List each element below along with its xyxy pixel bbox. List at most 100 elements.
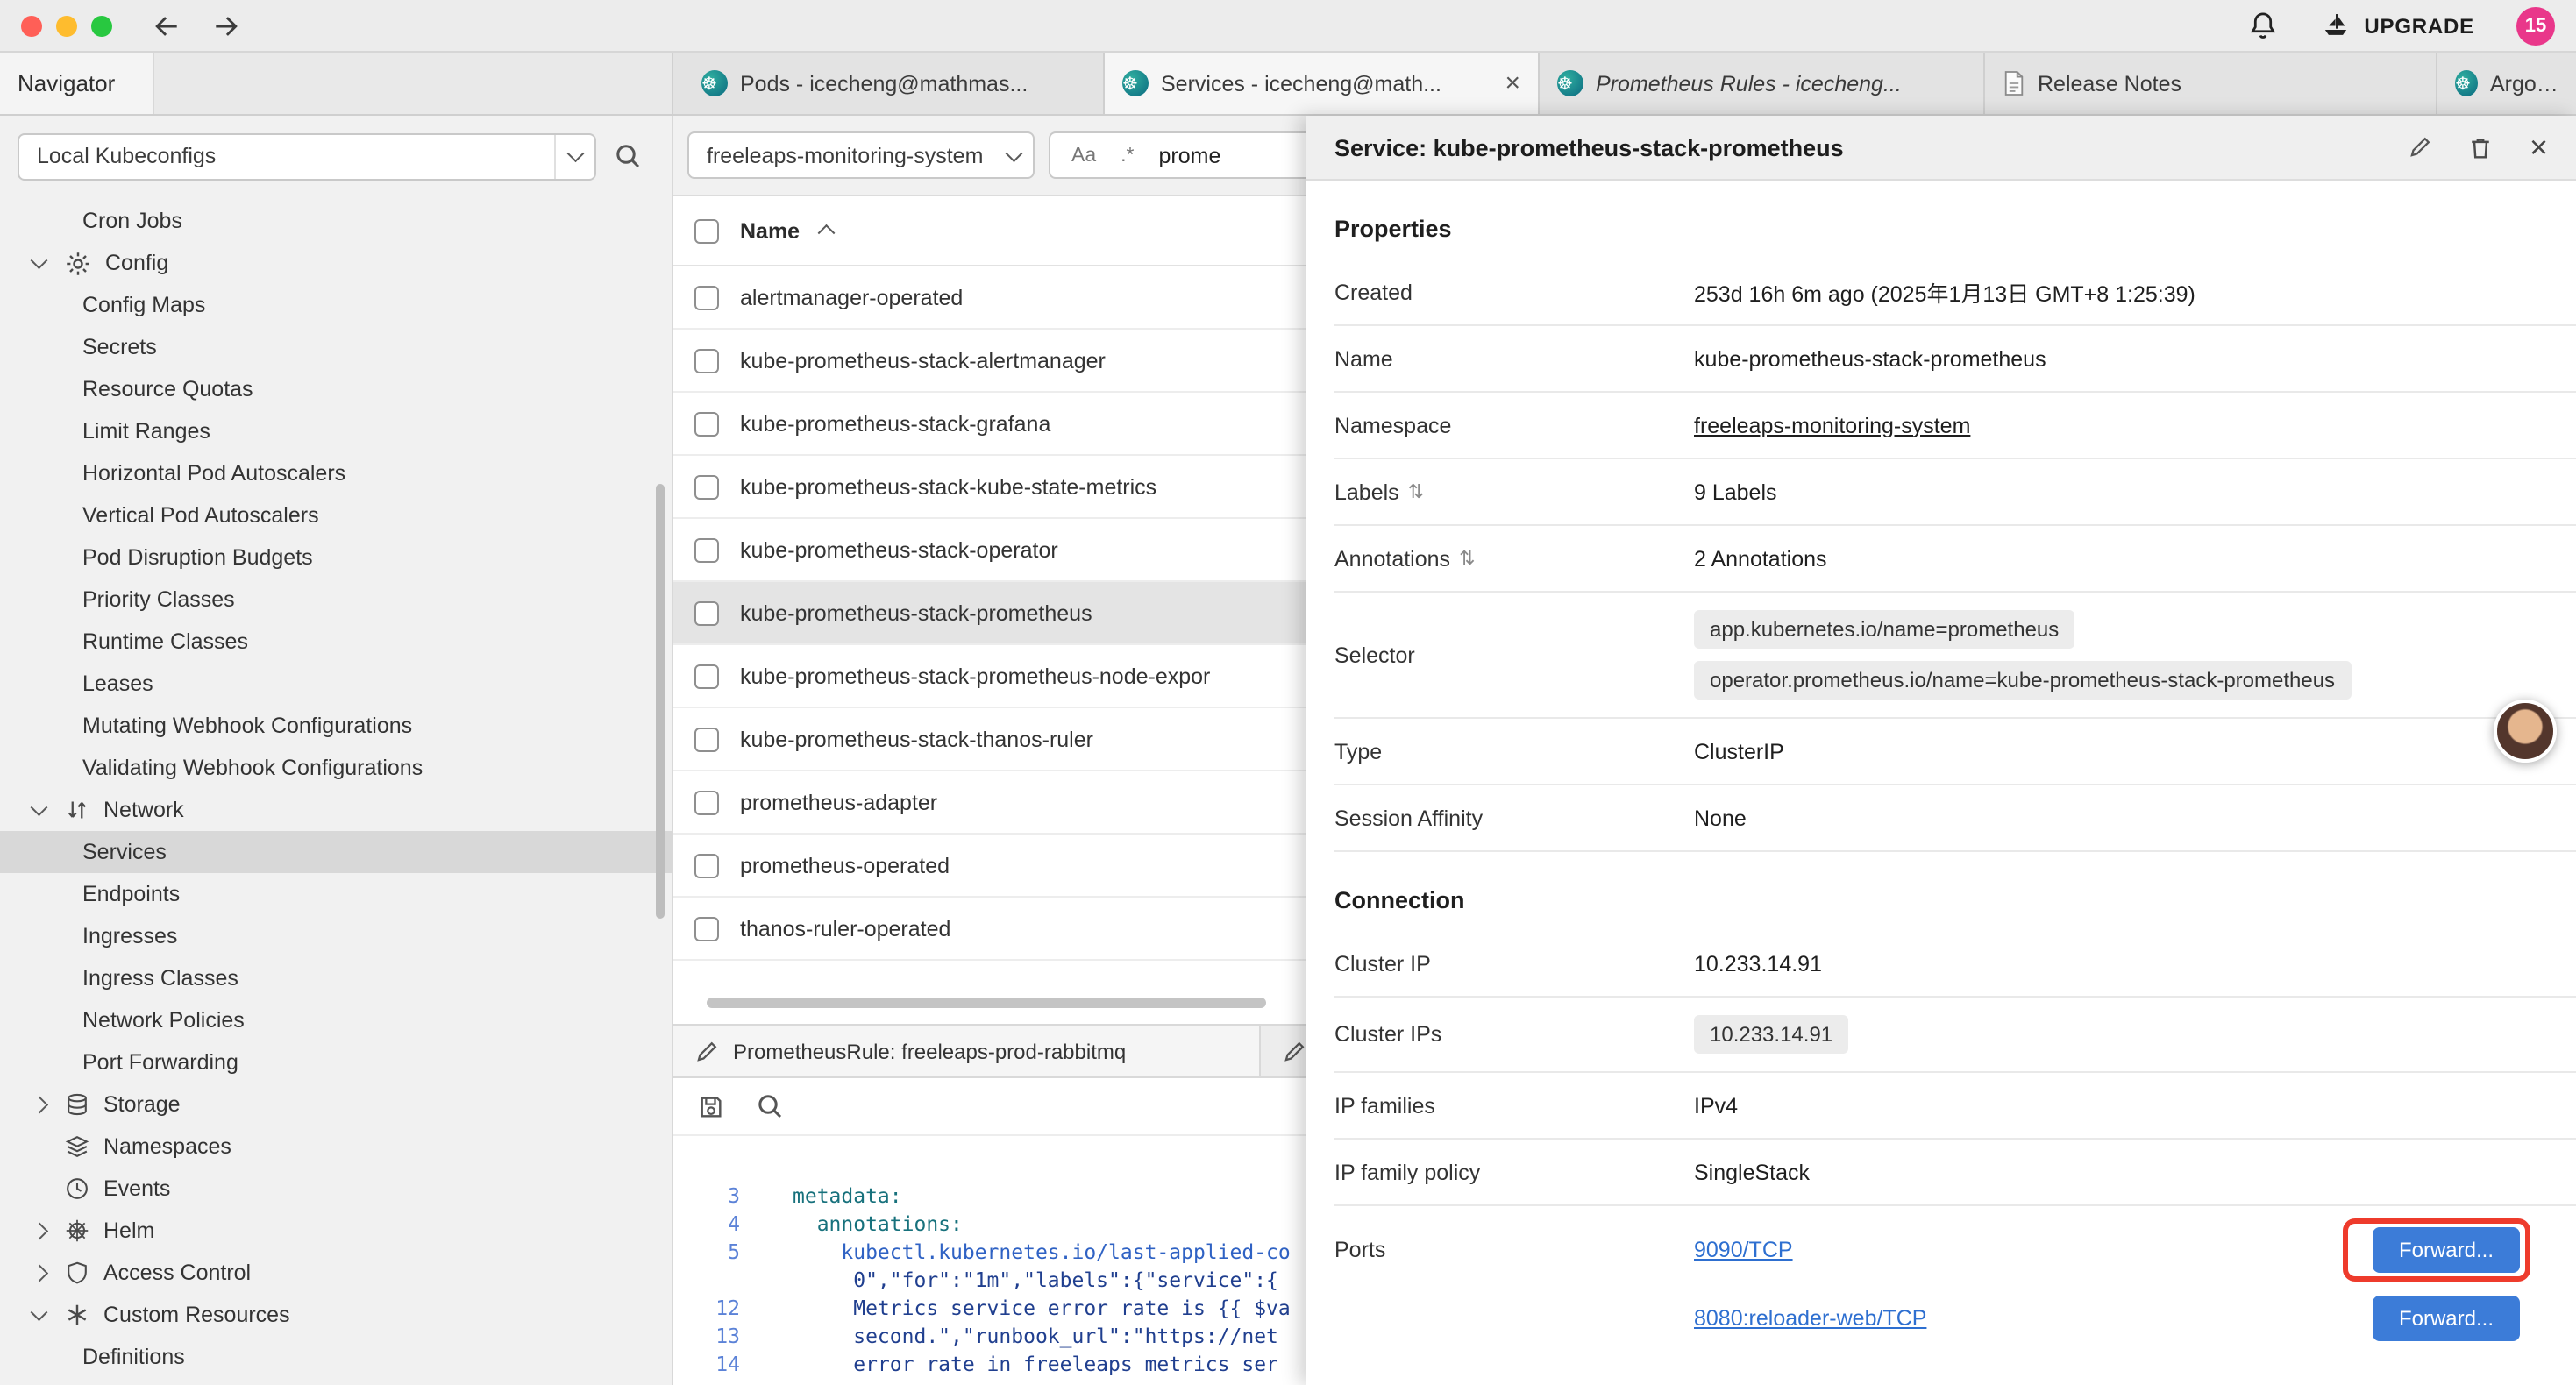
detail-label-text: Cluster IP xyxy=(1334,951,1431,976)
tab-pods-icecheng-mathmas[interactable]: Pods - icecheng@mathmas... xyxy=(684,53,1105,114)
sort-toggle-icon[interactable]: ⇅ xyxy=(1459,547,1475,570)
nav-tree: Cron JobsConfigConfig MapsSecretsResourc… xyxy=(0,196,672,1385)
chevron-right-icon[interactable] xyxy=(32,1223,47,1239)
sidebar-item-pod-disruption-budgets[interactable]: Pod Disruption Budgets xyxy=(0,536,672,579)
sidebar-item-custom-resources[interactable]: Custom Resources xyxy=(0,1294,672,1336)
minimize-window-button[interactable] xyxy=(56,15,77,36)
sidebar-item-resource-quotas[interactable]: Resource Quotas xyxy=(0,368,672,410)
chevron-down-icon[interactable] xyxy=(32,1304,47,1320)
network-icon xyxy=(65,798,89,822)
sidebar-item-vertical-pod-autoscalers[interactable]: Vertical Pod Autoscalers xyxy=(0,494,672,536)
sidebar-item-helm[interactable]: Helm xyxy=(0,1210,672,1252)
row-checkbox[interactable] xyxy=(694,537,719,562)
sidebar-item-services[interactable]: Services xyxy=(0,831,672,873)
tab-prometheus-rules-icecheng[interactable]: Prometheus Rules - icecheng... xyxy=(1540,53,1985,114)
back-arrow-icon[interactable] xyxy=(151,10,182,41)
search-query: prome xyxy=(1159,143,1221,167)
sidebar-scrollbar[interactable] xyxy=(656,484,665,919)
sidebar-item-definitions[interactable]: Definitions xyxy=(0,1336,672,1378)
sidebar-item-leases[interactable]: Leases xyxy=(0,663,672,705)
editor-search-icon[interactable] xyxy=(756,1092,784,1120)
chevron-right-icon[interactable] xyxy=(32,1265,47,1281)
chevron-slot xyxy=(28,1225,51,1237)
assistant-avatar[interactable] xyxy=(2494,700,2557,763)
detail-value: 10.233.14.91 xyxy=(1694,951,1822,976)
sidebar-item-label: Network Policies xyxy=(82,1008,245,1033)
row-checkbox[interactable] xyxy=(694,411,719,436)
close-window-button[interactable] xyxy=(21,15,42,36)
regex-toggle[interactable]: .* xyxy=(1121,145,1134,166)
tab-release-notes[interactable]: Release Notes xyxy=(1985,53,2437,114)
sidebar-item-ingresses[interactable]: Ingresses xyxy=(0,915,672,957)
namespace-link[interactable]: freeleaps-monitoring-system xyxy=(1694,413,1970,437)
select-all-checkbox[interactable] xyxy=(694,218,719,243)
sidebar-item-cron-jobs[interactable]: Cron Jobs xyxy=(0,200,672,242)
maximize-window-button[interactable] xyxy=(91,15,112,36)
sidebar-item-runtime-classes[interactable]: Runtime Classes xyxy=(0,621,672,663)
sidebar-item-namespaces[interactable]: Namespaces xyxy=(0,1126,672,1168)
column-name[interactable]: Name xyxy=(740,218,800,243)
sidebar-item-validating-webhook-configurations[interactable]: Validating Webhook Configurations xyxy=(0,747,672,789)
sidebar-item-access-control[interactable]: Access Control xyxy=(0,1252,672,1294)
chevron-slot xyxy=(28,807,51,813)
tab-services-icecheng-math[interactable]: Services - icecheng@math...× xyxy=(1105,53,1540,114)
line-number: 4 xyxy=(673,1210,754,1238)
code-text: metadata: xyxy=(754,1182,902,1210)
detail-value: 253d 16h 6m ago (2025年1月13日 GMT+8 1:25:3… xyxy=(1694,275,2195,309)
row-checkbox[interactable] xyxy=(694,285,719,309)
port-link[interactable]: 9090/TCP xyxy=(1694,1237,1793,1261)
dock-tab-prometheusrule-freeleaps-prod-rabbitmq[interactable]: PrometheusRule: freeleaps-prod-rabbitmq xyxy=(673,1026,1261,1076)
row-checkbox[interactable] xyxy=(694,727,719,751)
row-checkbox[interactable] xyxy=(694,790,719,814)
row-checkbox[interactable] xyxy=(694,348,719,373)
detail-row-ip-families: IP familiesIPv4 xyxy=(1334,1073,2576,1140)
close-drawer-icon[interactable]: × xyxy=(2530,131,2548,163)
sidebar-item-ingress-classes[interactable]: Ingress Classes xyxy=(0,957,672,999)
row-checkbox[interactable] xyxy=(694,474,719,499)
sidebar-item-horizontal-pod-autoscalers[interactable]: Horizontal Pod Autoscalers xyxy=(0,452,672,494)
sidebar-item-secrets[interactable]: Secrets xyxy=(0,326,672,368)
chevron-right-icon[interactable] xyxy=(32,1097,47,1112)
upgrade-button[interactable]: UPGRADE xyxy=(2320,10,2474,41)
sidebar-item-config-maps[interactable]: Config Maps xyxy=(0,284,672,326)
delete-icon[interactable] xyxy=(2468,134,2494,160)
sidebar-item-port-forwarding[interactable]: Port Forwarding xyxy=(0,1041,672,1083)
sidebar-item-label: Custom Resources xyxy=(103,1303,290,1327)
row-checkbox[interactable] xyxy=(694,916,719,941)
forward-arrow-icon[interactable] xyxy=(210,10,242,41)
sort-toggle-icon[interactable]: ⇅ xyxy=(1408,480,1424,503)
sidebar-item-storage[interactable]: Storage xyxy=(0,1083,672,1126)
namespace-filter[interactable]: freeleaps-monitoring-system xyxy=(687,131,1035,179)
chevron-down-icon[interactable] xyxy=(32,252,47,268)
helm-icon xyxy=(65,1218,89,1243)
sidebar-item-priority-classes[interactable]: Priority Classes xyxy=(0,579,672,621)
notifications-bell-icon[interactable] xyxy=(2248,11,2278,40)
sidebar-item-network[interactable]: Network xyxy=(0,789,672,831)
chevron-down-icon[interactable] xyxy=(32,799,47,815)
forward-button[interactable]: Forward... xyxy=(2373,1295,2520,1340)
edit-icon[interactable] xyxy=(2409,135,2433,160)
row-checkbox[interactable] xyxy=(694,853,719,877)
sidebar-item-endpoints[interactable]: Endpoints xyxy=(0,873,672,915)
sidebar-item-mutating-webhook-configurations[interactable]: Mutating Webhook Configurations xyxy=(0,705,672,747)
forward-button[interactable]: Forward... xyxy=(2373,1226,2520,1272)
tab-argo-se[interactable]: Argo Se xyxy=(2437,53,2576,114)
sidebar-item-events[interactable]: Events xyxy=(0,1168,672,1210)
scrollbar-thumb[interactable] xyxy=(707,998,1266,1008)
row-checkbox[interactable] xyxy=(694,600,719,625)
service-name: kube-prometheus-stack-operator xyxy=(740,537,1058,562)
kubeconfig-selector[interactable]: Local Kubeconfigs xyxy=(18,132,596,180)
save-icon[interactable] xyxy=(698,1093,724,1119)
sidebar-item-config[interactable]: Config xyxy=(0,242,672,284)
sidebar-item-limit-ranges[interactable]: Limit Ranges xyxy=(0,410,672,452)
port-link[interactable]: 8080:reloader-web/TCP xyxy=(1694,1305,1926,1330)
detail-label-text: IP families xyxy=(1334,1093,1435,1118)
sidebar-item-network-policies[interactable]: Network Policies xyxy=(0,999,672,1041)
kubernetes-icon xyxy=(1122,70,1149,96)
row-checkbox[interactable] xyxy=(694,664,719,688)
match-case-toggle[interactable]: Aa xyxy=(1071,145,1096,166)
notification-count-badge[interactable]: 15 xyxy=(2516,6,2555,45)
chevron-slot xyxy=(28,1268,51,1279)
close-tab-icon[interactable]: × xyxy=(1494,68,1520,98)
sidebar-search-icon[interactable] xyxy=(614,142,642,170)
